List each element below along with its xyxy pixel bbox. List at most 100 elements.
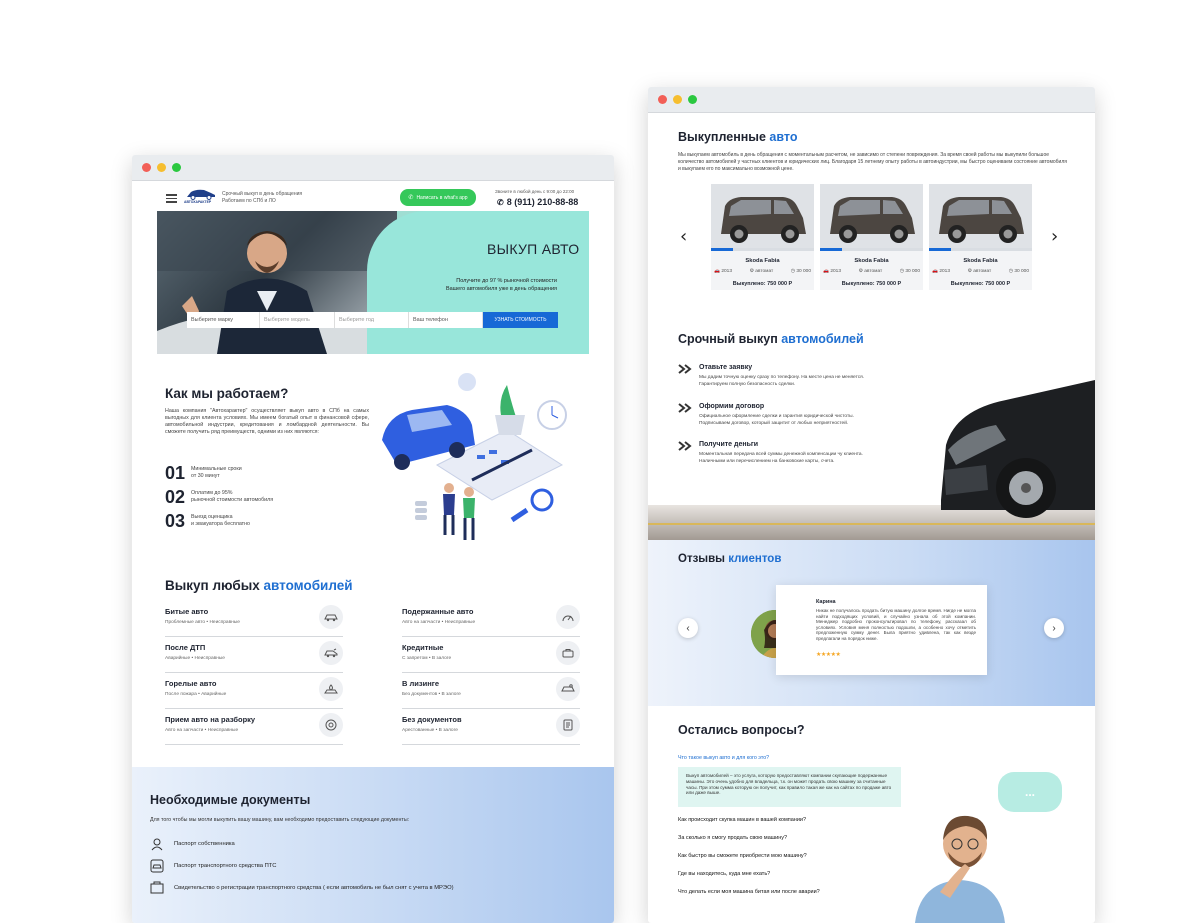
car-key-icon bbox=[556, 677, 580, 701]
thinking-man-photo bbox=[910, 802, 1010, 923]
document-item-registration: Свидетельство о регистрации транспортног… bbox=[150, 881, 454, 895]
phone-icon: ✆ bbox=[497, 197, 504, 207]
review-next-button[interactable]: › bbox=[1044, 618, 1064, 638]
car-card[interactable]: Skoda Fabia 🚗 2013 ⚙ автомат ◷ 30 000 Выку… bbox=[711, 184, 814, 290]
faq-open-answer: Выкуп автомобилей – это услуга, которую … bbox=[678, 767, 901, 807]
reviewer-name: Карина bbox=[816, 599, 836, 605]
car-mileage: ◷ 30 000 bbox=[899, 269, 920, 274]
documents-intro: Для того чтобы мы могли выкупить вашу ма… bbox=[150, 817, 410, 823]
logo[interactable]: АВТОХАРАКТЕР bbox=[184, 187, 218, 207]
crashed-car-photo bbox=[936, 370, 1095, 530]
whatsapp-icon: ✆ bbox=[408, 195, 414, 201]
car-price: Выкуплено: 750 000 Р bbox=[841, 281, 902, 287]
brand-select[interactable]: Выберите марку bbox=[187, 312, 260, 328]
how-text: Наша компания "Автохарактер" осуществляе… bbox=[165, 408, 369, 435]
faq-open-question[interactable]: Что такое выкуп авто и для кого это? bbox=[678, 755, 769, 761]
card-progress bbox=[929, 248, 1032, 251]
chevron-left-icon: ‹ bbox=[686, 622, 690, 634]
car-name: Skoda Fabia bbox=[745, 258, 780, 264]
locked-car-icon bbox=[556, 641, 580, 665]
close-dot[interactable] bbox=[142, 163, 151, 172]
car-year: 🚗 2013 bbox=[714, 269, 732, 274]
car-gearbox: ⚙ автомат bbox=[967, 269, 992, 274]
car-year: 🚗 2013 bbox=[823, 269, 841, 274]
chevron-right-icon: › bbox=[1052, 622, 1056, 634]
year-select[interactable]: Выберите год bbox=[335, 312, 409, 328]
service-item-burnt[interactable]: Горелые авто После пожара • Аварийные bbox=[165, 673, 343, 709]
maximize-dot[interactable] bbox=[172, 163, 181, 172]
car-mileage: ◷ 30 000 bbox=[1008, 269, 1029, 274]
how-title: Как мы работаем? bbox=[165, 386, 289, 401]
car-photo bbox=[820, 184, 923, 250]
service-item-credit[interactable]: Кредитные С запретом • В залоге bbox=[402, 637, 580, 673]
bought-text: Мы выкупаем автомобиль в день обращения … bbox=[678, 152, 1067, 172]
call-note: Звоните в любой день с 9:00 до 22:00 bbox=[495, 189, 575, 194]
hero-subtitle-1: Получите до 97 % рыночной стоимости bbox=[456, 278, 557, 284]
car-card[interactable]: Skoda Fabia 🚗 2013 ⚙ автомат ◷ 30 000 Выку… bbox=[929, 184, 1032, 290]
documents-title: Необходимые документы bbox=[150, 793, 311, 807]
model-select[interactable]: Выберите модель bbox=[260, 312, 335, 328]
logo-text: АВТОХАРАКТЕР bbox=[184, 200, 212, 204]
tagline-2: Работаем по СПб и ЛО bbox=[222, 197, 276, 204]
minimize-dot[interactable] bbox=[673, 95, 682, 104]
review-card: Карина Никак не получалось продать битую… bbox=[776, 585, 987, 675]
services-title: Выкуп любых автомобилей bbox=[165, 578, 353, 593]
service-item-after-accident[interactable]: После ДТП Аварийные • Неисправные bbox=[165, 637, 343, 673]
car-gearbox: ⚙ автомат bbox=[749, 269, 774, 274]
bought-title: Выкупленные авто bbox=[678, 130, 798, 144]
car-gearbox: ⚙ автомат bbox=[858, 269, 883, 274]
step-2: 02 Оплатим до 95% рыночной стоимости авто… bbox=[165, 487, 274, 507]
speedometer-icon bbox=[556, 605, 580, 629]
faq-question[interactable]: Что делать если моя машина битая или пос… bbox=[678, 889, 820, 895]
urgent-title: Срочный выкуп автомобилей bbox=[678, 332, 864, 346]
car-year: 🚗 2013 bbox=[932, 269, 950, 274]
step-1: 01 Минимальные сроки от 30 минут bbox=[165, 463, 242, 483]
faq-title: Остались вопросы? bbox=[678, 723, 805, 737]
site-header: АВТОХАРАКТЕР Срочный выкуп в день обраще… bbox=[132, 181, 614, 213]
minimize-dot[interactable] bbox=[157, 163, 166, 172]
review-prev-button[interactable]: ‹ bbox=[678, 618, 698, 638]
get-price-button[interactable]: УЗНАТЬ СТОИМОСТЬ bbox=[483, 312, 558, 328]
car-photo bbox=[929, 184, 1032, 250]
card-progress bbox=[820, 248, 923, 251]
rating-stars: ★★★★★ bbox=[816, 652, 841, 658]
window-titlebar bbox=[648, 87, 1095, 113]
step-number: 03 bbox=[165, 511, 186, 531]
review-text: Никак не получалось продать битую машину… bbox=[816, 608, 976, 641]
car-photo bbox=[711, 184, 814, 250]
whatsapp-button[interactable]: ✆ Написать в what's app bbox=[400, 189, 476, 206]
car-document-icon bbox=[150, 859, 164, 873]
car-card[interactable]: Skoda Fabia 🚗 2013 ⚙ автомат ◷ 30 000 Выку… bbox=[820, 184, 923, 290]
passport-icon bbox=[150, 837, 164, 851]
card-progress bbox=[711, 248, 814, 251]
car-price: Выкуплено: 750 000 Р bbox=[950, 281, 1011, 287]
menu-icon[interactable] bbox=[166, 192, 177, 205]
double-chevron-icon bbox=[678, 403, 692, 413]
service-item-damaged[interactable]: Битые авто Проблемные авто • Неисправные bbox=[165, 601, 343, 637]
faq-question[interactable]: За сколько я смогу продать свою машину? bbox=[678, 835, 787, 841]
step-number: 02 bbox=[165, 487, 186, 507]
service-item-leasing[interactable]: В лизинге Без документов • В залоге bbox=[402, 673, 580, 709]
isometric-car-deal-illustration bbox=[377, 370, 577, 550]
carousel-prev-icon[interactable]: ‹ bbox=[680, 226, 687, 247]
document-icon bbox=[556, 713, 580, 737]
document-item-passport: Паспорт собственника bbox=[150, 837, 235, 851]
faq-question[interactable]: Как быстро вы сможете приобрести мою маш… bbox=[678, 853, 807, 859]
faq-question[interactable]: Где вы находитесь, куда мне ехать? bbox=[678, 871, 770, 877]
service-item-no-documents[interactable]: Без документов Арестованные • В залоге bbox=[402, 709, 580, 745]
service-item-used[interactable]: Подержанные авто Авто на запчасти • Неисп… bbox=[402, 601, 580, 637]
phone-input[interactable]: Ваш телефон bbox=[409, 312, 483, 328]
hero-title: ВЫКУП АВТО bbox=[487, 241, 580, 257]
carousel-next-icon[interactable]: › bbox=[1051, 226, 1058, 247]
document-item-pts: Паспорт транспортного средства ПТС bbox=[150, 859, 276, 873]
certificate-icon bbox=[150, 881, 164, 895]
fire-car-icon bbox=[319, 677, 343, 701]
maximize-dot[interactable] bbox=[688, 95, 697, 104]
hero-valuation-form: Выберите марку Выберите модель Выберите … bbox=[187, 312, 558, 328]
hero-subtitle-2: Вашего автомобиля уже в день обращения bbox=[446, 286, 557, 292]
hero-photo-man-in-showroom bbox=[157, 211, 397, 354]
close-dot[interactable] bbox=[658, 95, 667, 104]
faq-question[interactable]: Как происходит скупка машин в вашей комп… bbox=[678, 817, 806, 823]
service-item-disassembly[interactable]: Прием авто на разборку Авто на запчасти •… bbox=[165, 709, 343, 745]
header-phone[interactable]: ✆ 8 (911) 210-88-88 bbox=[497, 197, 578, 207]
